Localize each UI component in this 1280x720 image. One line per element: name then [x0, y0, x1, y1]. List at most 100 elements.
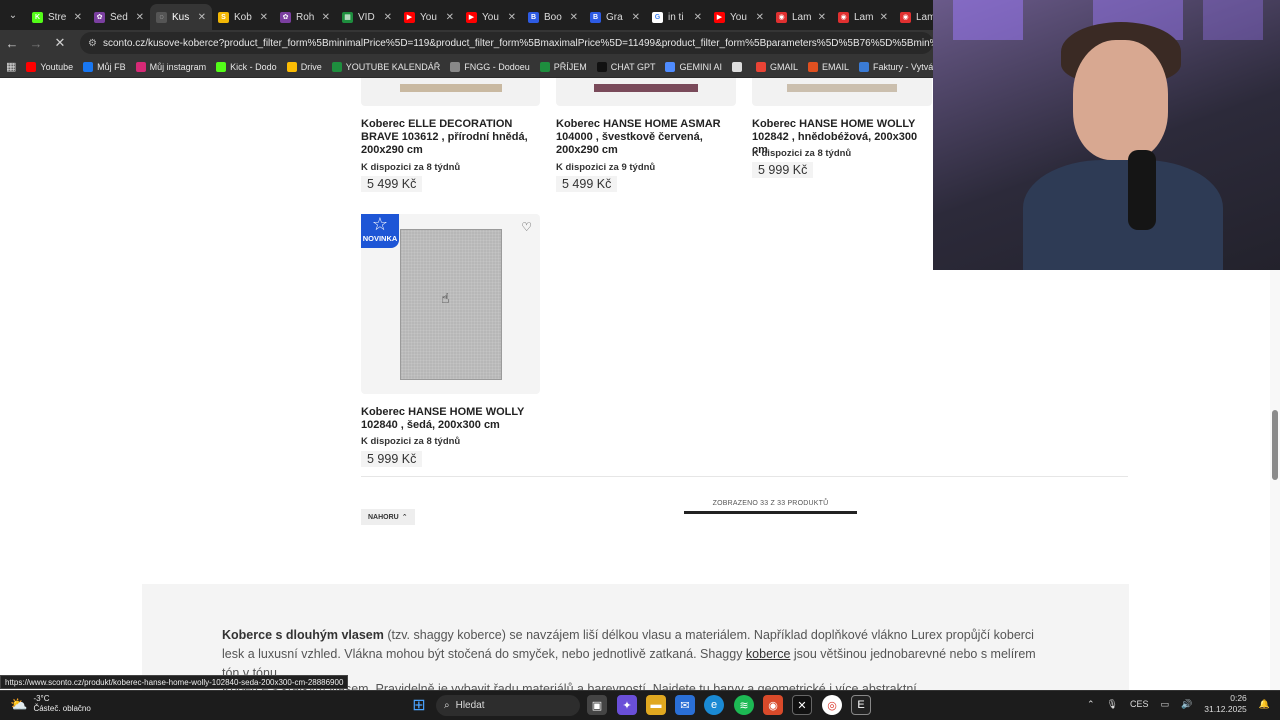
bookmark-favicon-icon	[216, 61, 227, 72]
back-to-top-button[interactable]: NAHORU ⌃	[361, 509, 415, 525]
tab-close-icon[interactable]: ✕	[880, 12, 888, 23]
bookmarks-bar: ▦ Youtube Můj FB Můj instagram Kick - Dodo D…	[0, 56, 933, 78]
tab-search-icon[interactable]: ⌄	[0, 0, 26, 30]
tab-label: You	[730, 11, 747, 23]
address-bar[interactable]: ⚙ sconto.cz/kusove-koberce?product_filte…	[80, 32, 933, 54]
bookmark-item[interactable]: CHAT GPT	[596, 61, 655, 72]
taskbar-search[interactable]: ⌕ Hledat	[436, 695, 580, 716]
language-indicator[interactable]: CES	[1130, 699, 1149, 709]
browser-tab[interactable]: ▦ VID ✕	[336, 4, 398, 30]
tab-close-icon[interactable]: ✕	[198, 12, 206, 23]
product-image[interactable]	[556, 78, 736, 106]
copilot-icon[interactable]: ✦	[617, 695, 637, 715]
tab-close-icon[interactable]: ✕	[570, 12, 578, 23]
tab-close-icon[interactable]: ✕	[384, 12, 392, 23]
wishlist-heart-icon[interactable]: ♡	[521, 220, 532, 234]
tab-close-icon[interactable]: ✕	[694, 12, 702, 23]
tab-favicon-icon: ▶	[404, 11, 415, 23]
bookmark-item[interactable]: EMAIL	[808, 61, 849, 72]
bookmark-item[interactable]: YOUTUBE KALENDÁŘ	[331, 61, 440, 72]
bookmark-item[interactable]: PŘÍJEM	[539, 61, 587, 72]
outlook-icon[interactable]: ✉	[675, 695, 695, 715]
network-icon[interactable]: ▭	[1161, 699, 1170, 710]
browser-tab[interactable]: ✿ Roh ✕	[274, 4, 336, 30]
product-card-image[interactable]: ☆ NOVINKA ♡	[361, 214, 540, 394]
tab-close-icon[interactable]: ✕	[446, 12, 454, 23]
forward-icon[interactable]: →	[24, 31, 48, 55]
bookmark-item[interactable]	[731, 61, 746, 72]
tab-favicon-icon: ▶	[466, 11, 477, 23]
bookmark-item[interactable]: Drive	[286, 61, 322, 72]
bookmark-item[interactable]: FNGG - Dodoeu	[450, 61, 530, 72]
product-title[interactable]: Koberec HANSE HOME WOLLY 102840 , šedá, …	[361, 406, 536, 432]
tab-close-icon[interactable]: ✕	[756, 12, 764, 23]
bookmark-item[interactable]: Youtube	[26, 61, 73, 72]
tab-close-icon[interactable]: ✕	[136, 12, 144, 23]
product-image[interactable]	[752, 78, 932, 106]
bookmark-favicon-icon	[83, 61, 94, 72]
browser-tab[interactable]: B Boo ✕	[522, 4, 584, 30]
stop-loading-icon[interactable]: ✕	[48, 31, 72, 55]
file-explorer-icon[interactable]: ▬	[646, 695, 666, 715]
terminal-icon[interactable]: ✕	[792, 695, 812, 715]
browser-tab[interactable]: ▶ You ✕	[708, 4, 770, 30]
browser-tab[interactable]: ▶ You ✕	[460, 4, 522, 30]
tab-close-icon[interactable]: ✕	[74, 12, 82, 23]
browser-tab[interactable]: ▶ You ✕	[398, 4, 460, 30]
bookmark-item[interactable]: GEMINI AI	[665, 61, 722, 72]
show-hidden-icons-icon[interactable]: ⌃	[1087, 699, 1095, 710]
rug-image[interactable]	[400, 229, 502, 380]
apps-grid-icon[interactable]: ▦	[6, 60, 16, 73]
bookmark-favicon-icon	[26, 61, 37, 72]
product-title[interactable]: Koberec HANSE HOME ASMAR 104000 , švestk…	[556, 118, 731, 157]
notifications-icon[interactable]: 🔔	[1259, 699, 1270, 710]
spotify-icon[interactable]: ≋	[734, 695, 754, 715]
new-badge-label: NOVINKA	[362, 234, 398, 243]
edge-icon[interactable]: e	[704, 695, 724, 715]
browser-tab[interactable]: ✿ Šed ✕	[88, 4, 150, 30]
products-shown-progress	[684, 511, 857, 514]
tab-close-icon[interactable]: ✕	[322, 12, 330, 23]
tab-close-icon[interactable]: ✕	[260, 12, 268, 23]
koberce-link[interactable]: koberce	[746, 647, 790, 661]
site-info-icon[interactable]: ⚙	[88, 38, 97, 49]
tab-favicon-icon: ✿	[280, 11, 291, 23]
browser-tab[interactable]: ◌ Kus ✕	[150, 4, 212, 30]
bookmark-favicon-icon	[450, 61, 461, 72]
tab-favicon-icon: K	[32, 11, 43, 23]
bookmark-label: Kick - Dodo	[230, 61, 277, 72]
bookmark-item[interactable]: Můj FB	[83, 61, 126, 72]
app-icon[interactable]: ◉	[763, 695, 783, 715]
browser-tab[interactable]: S Kob ✕	[212, 4, 274, 30]
tab-close-icon[interactable]: ✕	[508, 12, 516, 23]
tab-close-icon[interactable]: ✕	[632, 12, 640, 23]
scrollbar-thumb[interactable]	[1272, 410, 1278, 480]
clock[interactable]: 0:26 31.12.2025	[1204, 693, 1247, 715]
task-view-icon[interactable]: ▣	[587, 695, 607, 715]
browser-tab[interactable]: ◉ Lam ✕	[770, 4, 832, 30]
link-status-url: https://www.sconto.cz/produkt/koberec-ha…	[0, 675, 349, 689]
epic-games-icon[interactable]: E	[851, 695, 871, 715]
product-title[interactable]: Koberec ELLE DECORATION BRAVE 103612 , p…	[361, 118, 536, 157]
tab-close-icon[interactable]: ✕	[818, 12, 826, 23]
volume-icon[interactable]: 🔊	[1181, 699, 1192, 710]
microphone-image	[1128, 150, 1156, 230]
microphone-icon[interactable]: 🎙	[1107, 699, 1118, 710]
browser-tab[interactable]: K Stre ✕	[26, 4, 88, 30]
back-icon[interactable]: ←	[0, 31, 24, 55]
product-image[interactable]	[361, 78, 540, 106]
tab-favicon-icon: ◉	[900, 11, 911, 23]
bookmark-item[interactable]: Můj instagram	[135, 61, 206, 72]
bookmark-item[interactable]: Kick - Dodo	[216, 61, 277, 72]
browser-tab[interactable]: B Gra ✕	[584, 4, 646, 30]
bookmark-label: FNGG - Dodoeu	[464, 61, 530, 72]
browser-tab[interactable]: Gin ti ✕	[646, 4, 708, 30]
bookmark-favicon-icon	[596, 61, 607, 72]
product-availability: K dispozici za 9 týdnů	[556, 162, 656, 173]
chrome-icon[interactable]: ◎	[822, 695, 842, 715]
browser-tab[interactable]: ◉ Lam ✕	[832, 4, 894, 30]
bookmark-item[interactable]: GMAIL	[755, 61, 798, 72]
bookmark-item[interactable]: Faktury - Vytváření	[859, 61, 933, 72]
weather-widget[interactable]: ⛅ -3°C Částeč. oblačno	[10, 694, 91, 714]
windows-start-icon[interactable]: ⊞	[409, 695, 429, 715]
